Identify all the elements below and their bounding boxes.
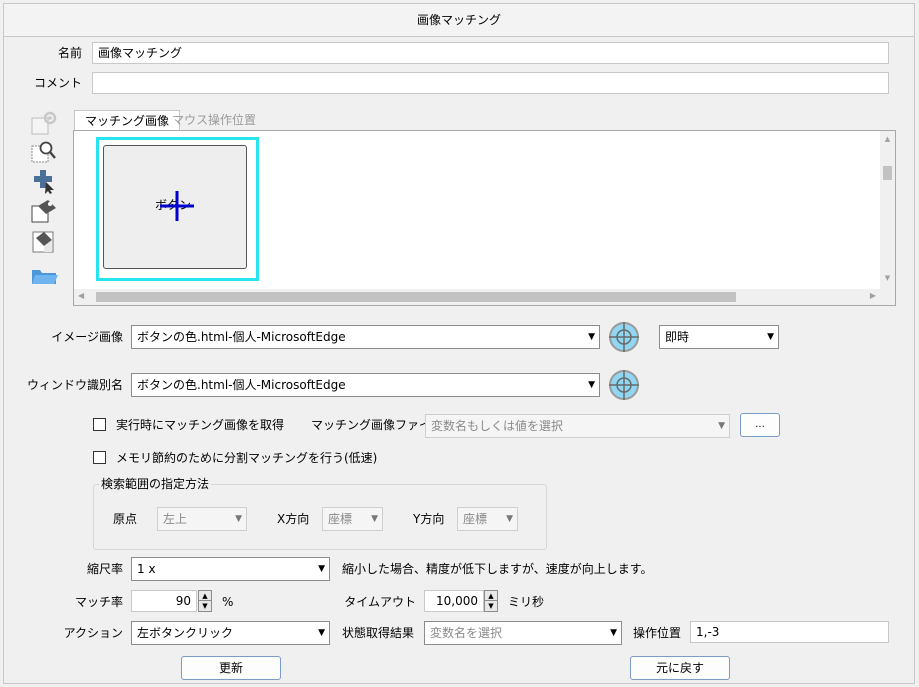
stepper-down-icon[interactable]: ▼ bbox=[485, 601, 497, 611]
timeout-input[interactable]: 10,000 bbox=[424, 590, 484, 612]
scale-label: 縮尺率 bbox=[86, 562, 123, 576]
x-direction-select-value: 座標 bbox=[328, 512, 353, 526]
action-select[interactable]: 左ボタンクリック ▼ bbox=[131, 621, 330, 645]
capture-runtime-checkbox[interactable] bbox=[93, 418, 106, 431]
scale-select-value: 1 x bbox=[137, 562, 156, 576]
chevron-down-icon: ▼ bbox=[371, 514, 378, 524]
clear-image-icon[interactable] bbox=[30, 228, 58, 254]
update-button[interactable]: 更新 bbox=[181, 656, 281, 680]
capture-runtime-label: 実行時にマッチング画像を取得 bbox=[116, 418, 285, 432]
operation-position-input[interactable]: 1,-3 bbox=[690, 621, 889, 643]
matching-file-select[interactable]: 変数名もしくは値を選択 ▼ bbox=[425, 414, 730, 438]
comment-label: コメント bbox=[33, 76, 82, 90]
action-label: アクション bbox=[63, 626, 123, 640]
vertical-scroll-thumb[interactable] bbox=[883, 166, 892, 180]
timing-select-value: 即時 bbox=[665, 330, 690, 344]
timeout-stepper[interactable]: ▲ ▼ bbox=[484, 590, 498, 612]
chevron-down-icon: ▼ bbox=[610, 628, 617, 638]
tab-mouse-position[interactable]: マウス操作位置 bbox=[162, 110, 266, 131]
target-window-icon[interactable] bbox=[607, 368, 641, 405]
chevron-down-icon: ▼ bbox=[718, 421, 725, 431]
clip-image-icon[interactable] bbox=[30, 198, 58, 224]
action-select-value: 左ボタンクリック bbox=[137, 626, 234, 640]
window-id-select-value: ボタンの色.html-個人-MicrosoftEdge bbox=[137, 378, 346, 392]
window-id-select[interactable]: ボタンの色.html-個人-MicrosoftEdge ▼ bbox=[131, 373, 600, 397]
preview-vertical-scrollbar[interactable]: ▲ ▼ bbox=[880, 131, 895, 289]
revert-button[interactable]: 元に戻す bbox=[630, 656, 730, 680]
match-rate-unit: % bbox=[222, 595, 234, 609]
operation-position-label: 操作位置 bbox=[633, 626, 682, 640]
chevron-down-icon: ▼ bbox=[235, 514, 242, 524]
crosshair-icon[interactable] bbox=[160, 191, 196, 224]
matching-file-label: マッチング画像ファイル bbox=[311, 418, 444, 432]
x-direction-label: X方向 bbox=[277, 512, 310, 526]
scroll-corner bbox=[880, 289, 895, 305]
chevron-down-icon: ▼ bbox=[318, 628, 325, 638]
target-window-icon[interactable] bbox=[607, 320, 641, 357]
split-matching-checkbox[interactable] bbox=[93, 451, 106, 464]
name-input[interactable]: 画像マッチング bbox=[92, 42, 889, 64]
stepper-up-icon[interactable]: ▲ bbox=[485, 591, 497, 601]
chevron-down-icon: ▼ bbox=[506, 514, 513, 524]
timeout-label: タイムアウト bbox=[344, 595, 416, 609]
x-direction-select[interactable]: 座標 ▼ bbox=[322, 507, 383, 531]
window-title: 画像マッチング bbox=[4, 4, 914, 37]
preview-horizontal-scrollbar[interactable]: ◀ ▶ bbox=[74, 289, 880, 305]
zoom-icon[interactable] bbox=[30, 138, 58, 164]
status-result-placeholder: 変数名を選択 bbox=[430, 626, 503, 640]
y-direction-label: Y方向 bbox=[413, 512, 445, 526]
y-direction-select[interactable]: 座標 ▼ bbox=[457, 507, 518, 531]
origin-select[interactable]: 左上 ▼ bbox=[157, 507, 247, 531]
status-result-select[interactable]: 変数名を選択 ▼ bbox=[424, 621, 622, 645]
stepper-up-icon[interactable]: ▲ bbox=[199, 591, 211, 601]
timing-select[interactable]: 即時 ▼ bbox=[659, 325, 779, 349]
window-id-label: ウィンドウ識別名 bbox=[26, 378, 123, 392]
capture-settings-icon[interactable] bbox=[30, 110, 58, 136]
search-range-title: 検索範囲の指定方法 bbox=[99, 474, 212, 494]
chevron-down-icon: ▼ bbox=[318, 564, 325, 574]
status-result-label: 状態取得結果 bbox=[342, 626, 415, 640]
origin-select-value: 左上 bbox=[163, 512, 188, 526]
horizontal-scroll-thumb[interactable] bbox=[96, 292, 736, 302]
comment-input[interactable] bbox=[92, 72, 889, 94]
image-select[interactable]: ボタンの色.html-個人-MicrosoftEdge ▼ bbox=[131, 325, 600, 349]
chevron-down-icon: ▼ bbox=[588, 332, 595, 342]
timeout-unit: ミリ秒 bbox=[508, 595, 545, 609]
crosshair-pointer-icon[interactable] bbox=[30, 168, 58, 194]
scale-note: 縮小した場合、精度が低下しますが、速度が向上します。 bbox=[342, 562, 653, 576]
y-direction-select-value: 座標 bbox=[463, 512, 488, 526]
scale-select[interactable]: 1 x ▼ bbox=[131, 557, 330, 581]
stepper-down-icon[interactable]: ▼ bbox=[199, 601, 211, 611]
browse-button[interactable]: ... bbox=[740, 413, 780, 437]
image-label: イメージ画像 bbox=[51, 330, 123, 344]
chevron-down-icon: ▼ bbox=[588, 380, 595, 390]
split-matching-label: メモリ節約のために分割マッチングを行う(低速) bbox=[116, 451, 378, 465]
match-rate-input[interactable]: 90 bbox=[131, 590, 197, 612]
image-select-value: ボタンの色.html-個人-MicrosoftEdge bbox=[137, 330, 346, 344]
match-rate-stepper[interactable]: ▲ ▼ bbox=[198, 590, 212, 612]
origin-label: 原点 bbox=[113, 512, 138, 526]
matching-file-placeholder: 変数名もしくは値を選択 bbox=[431, 419, 564, 433]
name-label: 名前 bbox=[57, 46, 82, 60]
folder-icon[interactable] bbox=[30, 262, 58, 288]
chevron-down-icon: ▼ bbox=[767, 332, 774, 342]
match-rate-label: マッチ率 bbox=[74, 595, 123, 609]
